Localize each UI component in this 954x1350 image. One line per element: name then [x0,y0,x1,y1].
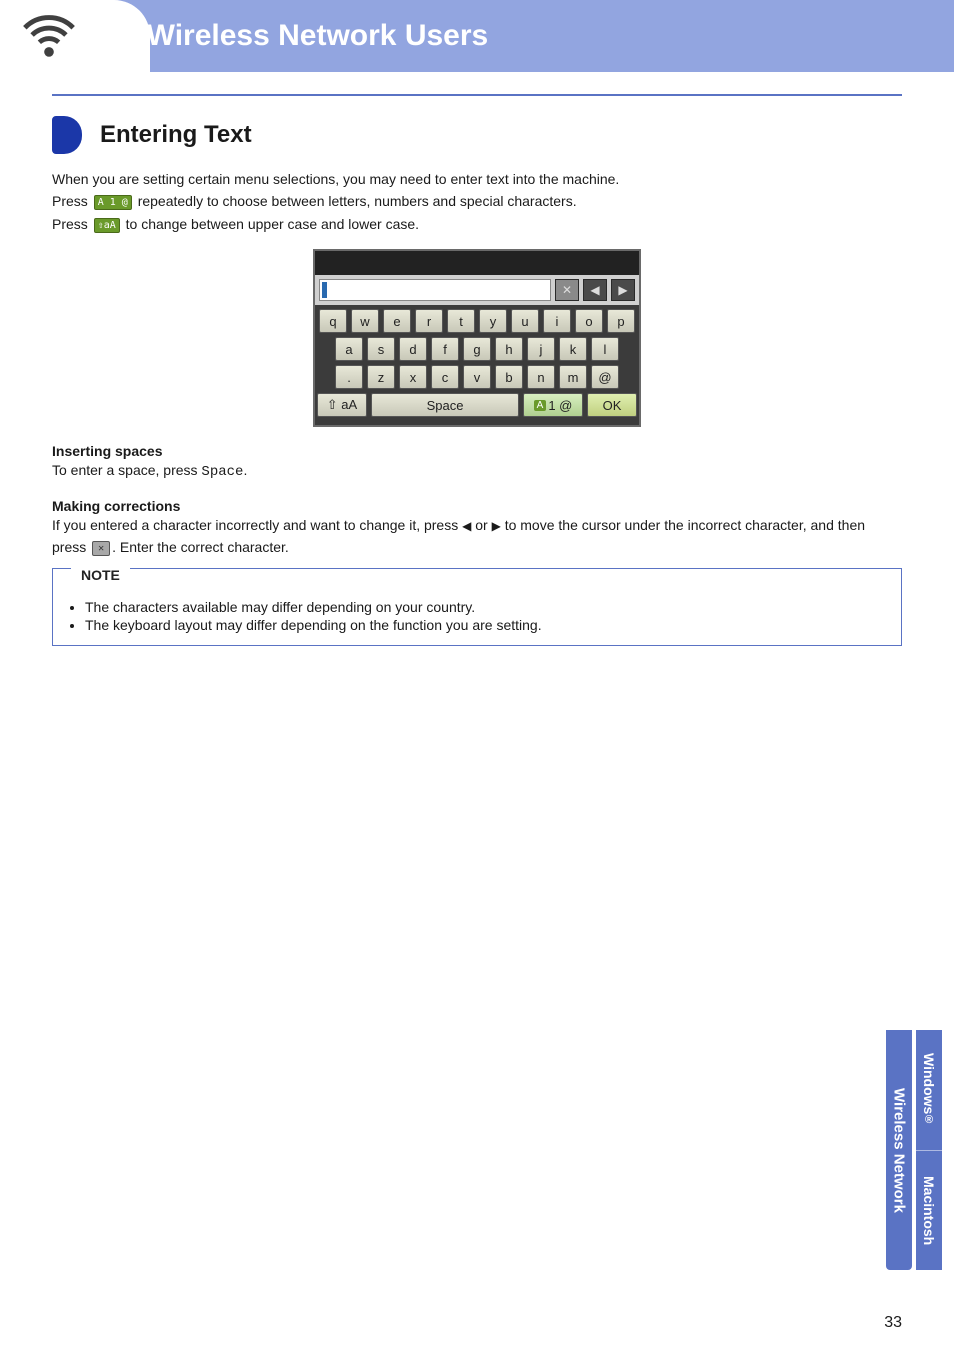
kbd-key-n[interactable]: n [527,365,555,389]
triangle-right-icon: ▶ [492,519,501,533]
text-cursor-icon [322,282,327,298]
kbd-key-h[interactable]: h [495,337,523,361]
mode-key-icon: A 1 @ [94,195,132,210]
triangle-left-icon: ◀ [462,519,471,533]
mode-key-rest: 1 @ [548,398,572,413]
text-fragment: Press [52,193,92,209]
space-key[interactable]: Space [371,393,519,417]
kbd-key-g[interactable]: g [463,337,491,361]
kbd-key-f[interactable]: f [431,337,459,361]
side-tab-os-stack: Windows® Macintosh [916,1030,942,1270]
mode-key[interactable]: A1 @ [523,393,583,417]
shift-key-icon: ⇧aA [94,218,120,233]
kbd-key-.[interactable]: . [335,365,363,389]
making-corrections-text: If you entered a character incorrectly a… [52,514,902,559]
note-list: The characters available may differ depe… [67,599,887,633]
side-tab-windows-label: Windows [921,1053,937,1114]
triangle-left-icon: ◀ [590,283,599,297]
kbd-key-q[interactable]: q [319,309,347,333]
kbd-key-x[interactable]: x [399,365,427,389]
cursor-left-key[interactable]: ◀ [583,279,607,301]
inserting-spaces-text: To enter a space, press Space. [52,459,902,483]
text-fragment: or [471,517,491,533]
kbd-row-1: qwertyuiop [317,309,637,333]
kbd-input-row: ✕ ◀ ▶ [315,275,639,305]
kbd-key-l[interactable]: l [591,337,619,361]
note-item: The keyboard layout may differ depending… [85,617,887,633]
kbd-key-v[interactable]: v [463,365,491,389]
page-content: Entering Text When you are setting certa… [0,72,954,646]
kbd-key-s[interactable]: s [367,337,395,361]
kbd-key-j[interactable]: j [527,337,555,361]
kbd-key-t[interactable]: t [447,309,475,333]
text-fragment: to change between upper case and lower c… [126,216,419,232]
kbd-key-w[interactable]: w [351,309,379,333]
text-fragment: repeatedly to choose between letters, nu… [138,193,577,209]
text-fragment: To enter a space, press [52,462,201,478]
side-tab-wireless[interactable]: Wireless Network [886,1030,912,1270]
kbd-key-d[interactable]: d [399,337,427,361]
kbd-key-u[interactable]: u [511,309,539,333]
note-title: NOTE [71,567,130,583]
text-fragment: Press [52,216,92,232]
kbd-text-field[interactable] [319,279,551,301]
section-header: Entering Text [52,116,902,154]
kbd-key-r[interactable]: r [415,309,443,333]
note-item: The characters available may differ depe… [85,599,887,615]
intro-line: When you are setting certain menu select… [52,168,902,190]
kbd-titlebar [315,251,639,275]
page-banner: For Wireless Network Users [0,0,954,72]
kbd-key-c[interactable]: c [431,365,459,389]
kbd-key-o[interactable]: o [575,309,603,333]
space-code: Space [201,464,243,480]
mode-key-a-badge: A [534,400,547,411]
kbd-key-a[interactable]: a [335,337,363,361]
text-fragment: . Enter the correct character. [112,539,289,555]
banner-icon-slot [0,0,150,72]
side-tab-macintosh[interactable]: Macintosh [916,1151,942,1271]
wifi-icon [20,6,78,67]
kbd-key-e[interactable]: e [383,309,411,333]
kbd-row-bottom: ⇧ aA Space A1 @ OK [317,393,637,417]
ok-key[interactable]: OK [587,393,637,417]
kbd-key-m[interactable]: m [559,365,587,389]
kbd-key-z[interactable]: z [367,365,395,389]
shift-key[interactable]: ⇧ aA [317,393,367,417]
kbd-key-y[interactable]: y [479,309,507,333]
kbd-body: qwertyuiop asdfghjkl .zxcvbnm@ ⇧ aA Spac… [315,305,639,425]
section-bullet-icon [52,116,82,154]
section-title: Entering Text [100,121,252,149]
kbd-row-3: .zxcvbnm@ [317,365,637,389]
text-fragment: If you entered a character incorrectly a… [52,517,462,533]
registered-icon: ® [923,1114,935,1126]
kbd-key-p[interactable]: p [607,309,635,333]
making-corrections-heading: Making corrections [52,498,902,514]
text-fragment: . [243,462,247,478]
backspace-key[interactable]: ✕ [555,279,579,301]
kbd-key-@[interactable]: @ [591,365,619,389]
cursor-right-key[interactable]: ▶ [611,279,635,301]
press-line-1: Press A 1 @ repeatedly to choose between… [52,190,902,212]
page-number: 33 [884,1314,902,1332]
side-tab-windows[interactable]: Windows® [916,1030,942,1151]
divider [52,94,902,96]
press-line-2: Press ⇧aA to change between upper case a… [52,213,902,235]
kbd-key-i[interactable]: i [543,309,571,333]
kbd-key-b[interactable]: b [495,365,523,389]
triangle-right-icon: ▶ [618,283,627,297]
backspace-icon: ✕ [562,283,572,297]
kbd-key-k[interactable]: k [559,337,587,361]
inserting-spaces-heading: Inserting spaces [52,443,902,459]
intro-paragraph: When you are setting certain menu select… [52,168,902,235]
kbd-row-2: asdfghjkl [317,337,637,361]
note-box: NOTE The characters available may differ… [52,568,902,646]
onscreen-keyboard-figure: ✕ ◀ ▶ qwertyuiop asdfghjkl .zxcvbnm@ ⇧ a… [313,249,641,427]
backspace-key-icon: ✕ [92,541,110,556]
